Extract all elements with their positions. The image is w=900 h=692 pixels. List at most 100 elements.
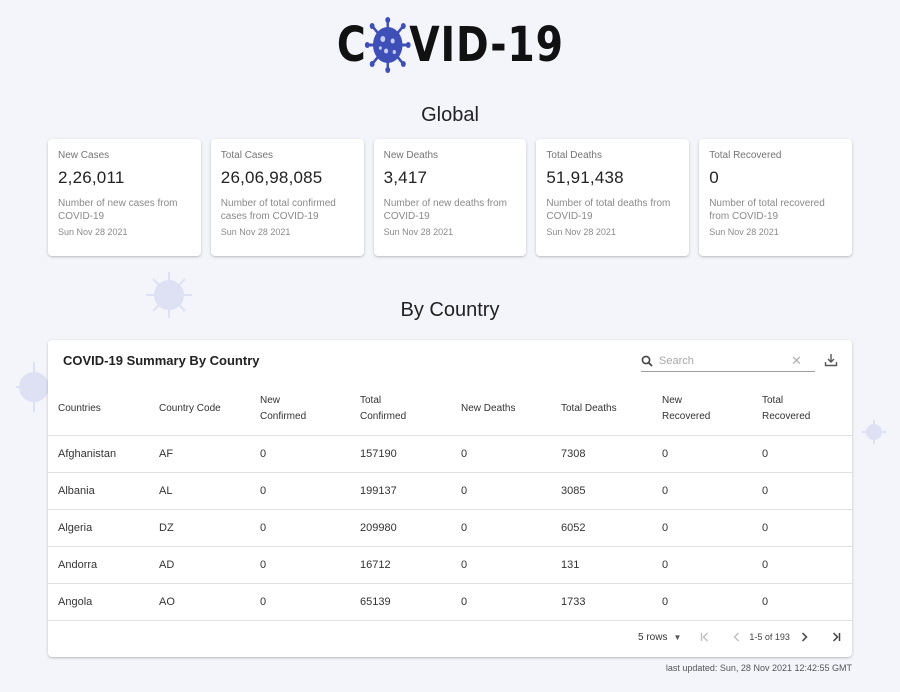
card-date: Sun Nov 28 2021 [383,227,454,237]
logo-text-end: VID-19 [408,17,564,73]
table-row[interactable]: Albania AL 0 199137 0 3085 0 0 [48,473,852,510]
cell-country: Algeria [58,522,93,534]
table-row[interactable]: Afghanistan AF 0 157190 0 7308 0 0 [48,436,852,473]
cell-country: Andorra [58,559,98,571]
download-icon[interactable] [824,353,838,367]
search-field: ✕ [641,350,815,372]
cell-new-confirmed: 0 [260,559,267,571]
card-description: Number of total confirmed cases from COV… [220,198,336,222]
previous-page-icon[interactable] [731,631,743,643]
cell-new-deaths: 0 [461,522,468,534]
card-description: Number of new deaths from COVID-19 [383,198,507,222]
column-header[interactable]: Total Deaths [551,401,652,417]
cell-total-deaths: 6052 [561,522,586,534]
cell-total-confirmed: 209980 [360,522,397,534]
table-header: Countries Country Code New Confirmed Tot… [48,383,852,436]
by-country-title: By Country [400,299,500,321]
cell-code: DZ [159,522,174,534]
cell-new-deaths: 0 [461,448,468,460]
cell-new-deaths: 0 [461,485,468,497]
cell-code: AO [159,596,175,608]
card-value: 2,26,011 [58,168,125,187]
cell-new-confirmed: 0 [260,596,267,608]
cell-total-confirmed: 199137 [360,485,397,497]
cell-total-confirmed: 65139 [360,596,391,608]
stat-card-total-recovered: Total Recovered 0 Number of total recove… [699,139,852,256]
card-date: Sun Nov 28 2021 [58,227,128,237]
cell-new-confirmed: 0 [260,448,267,460]
stat-card-new-cases: New Cases 2,26,011 Number of new cases f… [48,139,201,256]
cell-country: Afghanistan [58,448,117,460]
column-header[interactable]: Countries [48,401,149,417]
last-page-icon[interactable] [830,631,842,643]
cell-new-recovered: 0 [662,596,669,608]
cell-total-recovered: 0 [762,485,769,497]
search-icon [641,355,653,367]
close-icon[interactable]: ✕ [791,354,802,367]
card-description: Number of total recovered from COVID-19 [709,198,825,222]
card-value: 26,06,98,085 [220,168,323,187]
cell-total-deaths: 131 [561,559,580,571]
rows-per-page-select[interactable]: 5 rows ▼ [638,632,681,643]
cell-country: Albania [58,485,95,497]
cell-code: AD [159,559,175,571]
rows-per-page-value: 5 rows [638,631,668,643]
table-row[interactable]: Algeria DZ 0 209980 0 6052 0 0 [48,510,852,547]
cell-total-deaths: 7308 [561,448,586,460]
stat-card-total-cases: Total Cases 26,06,98,085 Number of total… [210,139,364,256]
table-row[interactable]: Angola AO 0 65139 0 1733 0 0 [48,584,852,621]
cell-total-deaths: 3085 [561,485,586,497]
card-value: 0 [709,168,719,187]
cell-new-recovered: 0 [662,522,669,534]
cell-total-confirmed: 157190 [360,448,397,460]
table-row[interactable]: Andorra AD 0 16712 0 131 0 0 [48,547,852,584]
page-range-text: 1-5 of 193 [749,632,790,642]
cell-total-recovered: 0 [762,522,769,534]
global-title: Global [421,104,479,126]
first-page-icon[interactable] [699,631,711,643]
column-header[interactable]: New Recovered [652,393,722,425]
last-updated-text: last updated: Sun, 28 Nov 2021 12:42:55 … [665,663,852,673]
cell-total-confirmed: 16712 [360,559,391,571]
cell-new-deaths: 0 [461,559,468,571]
virus-logo-icon [364,17,411,73]
virus-decoration-icon [862,420,886,444]
card-label: Total Deaths [546,150,602,161]
cell-total-recovered: 0 [762,596,769,608]
caret-down-icon: ▼ [673,632,682,642]
cell-new-recovered: 0 [662,559,669,571]
search-input[interactable] [659,354,787,367]
column-header[interactable]: New Deaths [451,401,551,417]
column-header[interactable]: Total Recovered [752,393,822,425]
card-date: Sun Nov 28 2021 [546,227,616,237]
cell-new-deaths: 0 [461,596,468,608]
next-page-icon[interactable] [798,631,810,643]
column-header[interactable]: Country Code [149,401,250,417]
cell-new-confirmed: 0 [260,522,267,534]
card-date: Sun Nov 28 2021 [220,227,291,237]
cell-new-recovered: 0 [662,485,669,497]
column-header[interactable]: New Confirmed [250,393,328,425]
app-logo: C VID-19 [0,14,900,76]
stat-card-total-deaths: Total Deaths 51,91,438 Number of total d… [536,139,690,256]
cell-total-deaths: 1733 [561,596,586,608]
cell-total-recovered: 0 [762,448,769,460]
card-date: Sun Nov 28 2021 [709,227,779,237]
cell-new-confirmed: 0 [260,485,267,497]
card-label: New Deaths [383,150,439,161]
card-description: Number of new cases from COVID-19 [58,198,178,222]
pagination: 5 rows ▼ 1-5 of 193 [638,630,842,644]
logo-text-start: C [336,17,367,73]
global-stats-cards: New Cases 2,26,011 Number of new cases f… [48,139,852,256]
card-value: 3,417 [383,168,428,187]
card-label: New Cases [58,150,110,161]
cell-country: Angola [58,596,93,608]
card-label: Total Cases [220,150,274,161]
cell-total-recovered: 0 [762,559,769,571]
cell-code: AF [159,448,174,460]
card-description: Number of total deaths from COVID-19 [546,198,671,222]
card-label: Total Recovered [709,150,782,161]
country-summary-table: COVID-19 Summary By Country ✕ Countries … [48,340,852,657]
column-header[interactable]: Total Confirmed [350,393,420,425]
cell-code: AL [159,485,173,497]
